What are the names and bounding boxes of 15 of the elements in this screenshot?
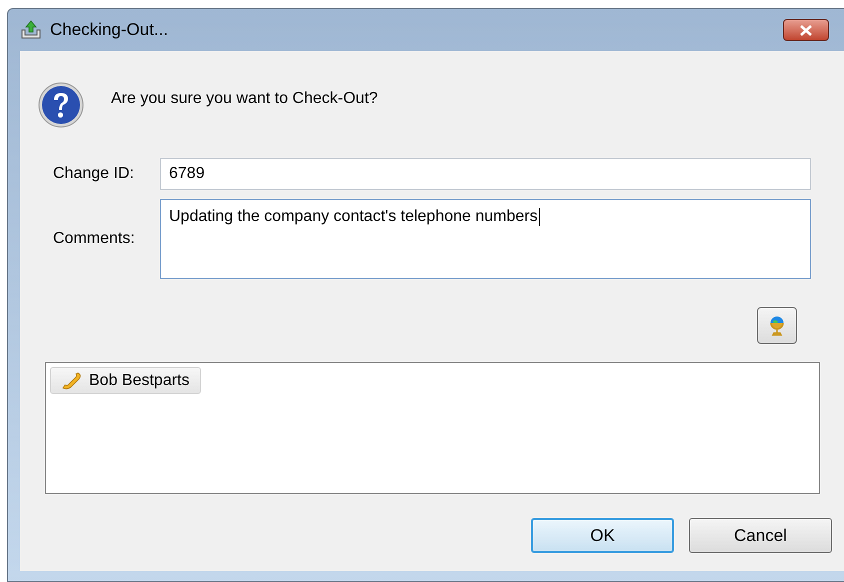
comments-label: Comments: [53,229,136,249]
confirmation-message: Are you sure you want to Check-Out? [111,89,378,109]
dialog-button[interactable]: OK [531,518,674,553]
change-id-field[interactable]: 6789 [160,158,811,190]
close-button[interactable] [783,19,829,41]
phone-icon [61,372,83,390]
globe-button[interactable] [757,307,797,344]
window-title: Checking-Out... [50,19,168,42]
question-icon [38,82,84,128]
change-id-label: Change ID: [53,164,135,184]
upload-tray-icon [20,20,42,40]
close-icon [800,24,812,36]
dialog-button[interactable]: Cancel [689,518,832,553]
recipient-chip[interactable]: Bob Bestparts [50,367,200,394]
comments-field[interactable]: Updating the company contact's telephone numbers [160,199,811,279]
